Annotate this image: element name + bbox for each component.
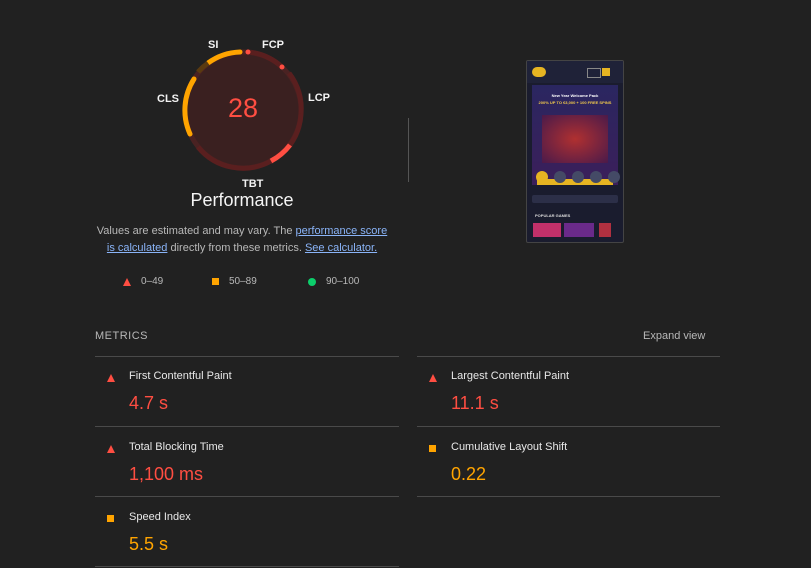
metric-name: Cumulative Layout Shift — [451, 441, 568, 453]
metric-value: 11.1 s — [451, 393, 499, 413]
row-divider — [95, 426, 399, 427]
calculator-link[interactable]: See calculator. — [305, 242, 377, 254]
page-screenshot-thumbnail[interactable]: New Year Welcome Pack 200% UP TO €3,000 … — [526, 60, 624, 243]
gauge-label-cls: CLS — [157, 93, 179, 105]
metric-cumulative-layout-shift: Cumulative Layout Shift 0.22 — [417, 431, 717, 497]
row-divider — [95, 356, 399, 357]
thumb-search-bar — [532, 195, 618, 203]
thumb-header — [527, 61, 623, 83]
metric-name: Largest Contentful Paint — [451, 370, 570, 382]
thumb-hero-image — [542, 115, 608, 163]
thumb-category-icon — [590, 171, 602, 183]
gauge-label-fcp: FCP — [262, 39, 284, 51]
description-text-2: directly from these metrics. — [167, 242, 305, 254]
fail-triangle-icon — [107, 374, 115, 382]
thumb-game-tile — [533, 223, 561, 237]
average-square-icon — [107, 515, 114, 522]
thumb-logo — [532, 67, 546, 77]
thumb-game-tile — [564, 223, 594, 237]
metrics-header: METRICS — [95, 330, 148, 342]
metric-value: 5.5 s — [129, 534, 169, 554]
metric-value: 4.7 s — [129, 393, 169, 413]
thumb-hero-banner: New Year Welcome Pack 200% UP TO €3,000 … — [532, 85, 618, 185]
gauge-label-tbt: TBT — [242, 178, 264, 190]
metric-value: 0.22 — [451, 464, 487, 484]
thumb-offer: 200% UP TO €3,000 + 100 FREE SPINS — [538, 100, 612, 105]
metric-largest-contentful-paint: Largest Contentful Paint 11.1 s — [417, 360, 717, 426]
row-divider — [95, 496, 399, 497]
metric-value: 1,100 ms — [129, 464, 204, 484]
average-square-icon — [429, 445, 436, 452]
vertical-divider — [408, 118, 409, 182]
thumb-game-tile — [599, 223, 611, 237]
metric-speed-index: Speed Index 5.5 s — [95, 501, 395, 567]
row-divider — [417, 356, 720, 357]
row-divider — [417, 496, 720, 497]
performance-title: Performance — [190, 190, 294, 210]
fail-triangle-icon — [429, 374, 437, 382]
metric-name: Speed Index — [129, 511, 191, 523]
metric-total-blocking-time: Total Blocking Time 1,100 ms — [95, 431, 395, 497]
legend-item-fail: 0–49 — [123, 276, 163, 287]
thumb-category-icons — [532, 171, 620, 193]
description-text: Values are estimated and may vary. The — [96, 225, 296, 237]
thumb-category-icon — [554, 171, 566, 183]
legend-range: 90–100 — [326, 276, 360, 287]
thumb-category-icon — [572, 171, 584, 183]
thumb-category-icon — [536, 171, 548, 183]
metric-first-contentful-paint: First Contentful Paint 4.7 s — [95, 360, 395, 426]
gauge-label-lcp: LCP — [308, 92, 330, 104]
thumb-login-button — [587, 68, 601, 78]
thumb-signup-button — [602, 68, 610, 76]
expand-view-toggle[interactable]: Expand view — [643, 330, 705, 342]
fail-triangle-icon — [107, 445, 115, 453]
thumb-category-icon — [608, 171, 620, 183]
score-description: Values are estimated and may vary. The p… — [92, 223, 392, 257]
legend-range: 50–89 — [229, 276, 257, 287]
fail-triangle-icon — [123, 277, 131, 286]
thumb-section-title: POPULAR GAMES — [535, 213, 571, 218]
metric-name: Total Blocking Time — [129, 441, 224, 453]
legend-range: 0–49 — [141, 276, 164, 287]
legend-item-average: 50–89 — [212, 276, 257, 287]
average-square-icon — [212, 278, 219, 285]
gauge-label-si: SI — [208, 39, 219, 51]
legend-item-pass: 90–100 — [308, 276, 359, 287]
row-divider — [95, 566, 399, 567]
thumb-headline: New Year Welcome Pack — [551, 93, 599, 98]
pass-circle-icon — [308, 277, 316, 286]
metric-name: First Contentful Paint — [129, 370, 232, 382]
row-divider — [417, 426, 720, 427]
